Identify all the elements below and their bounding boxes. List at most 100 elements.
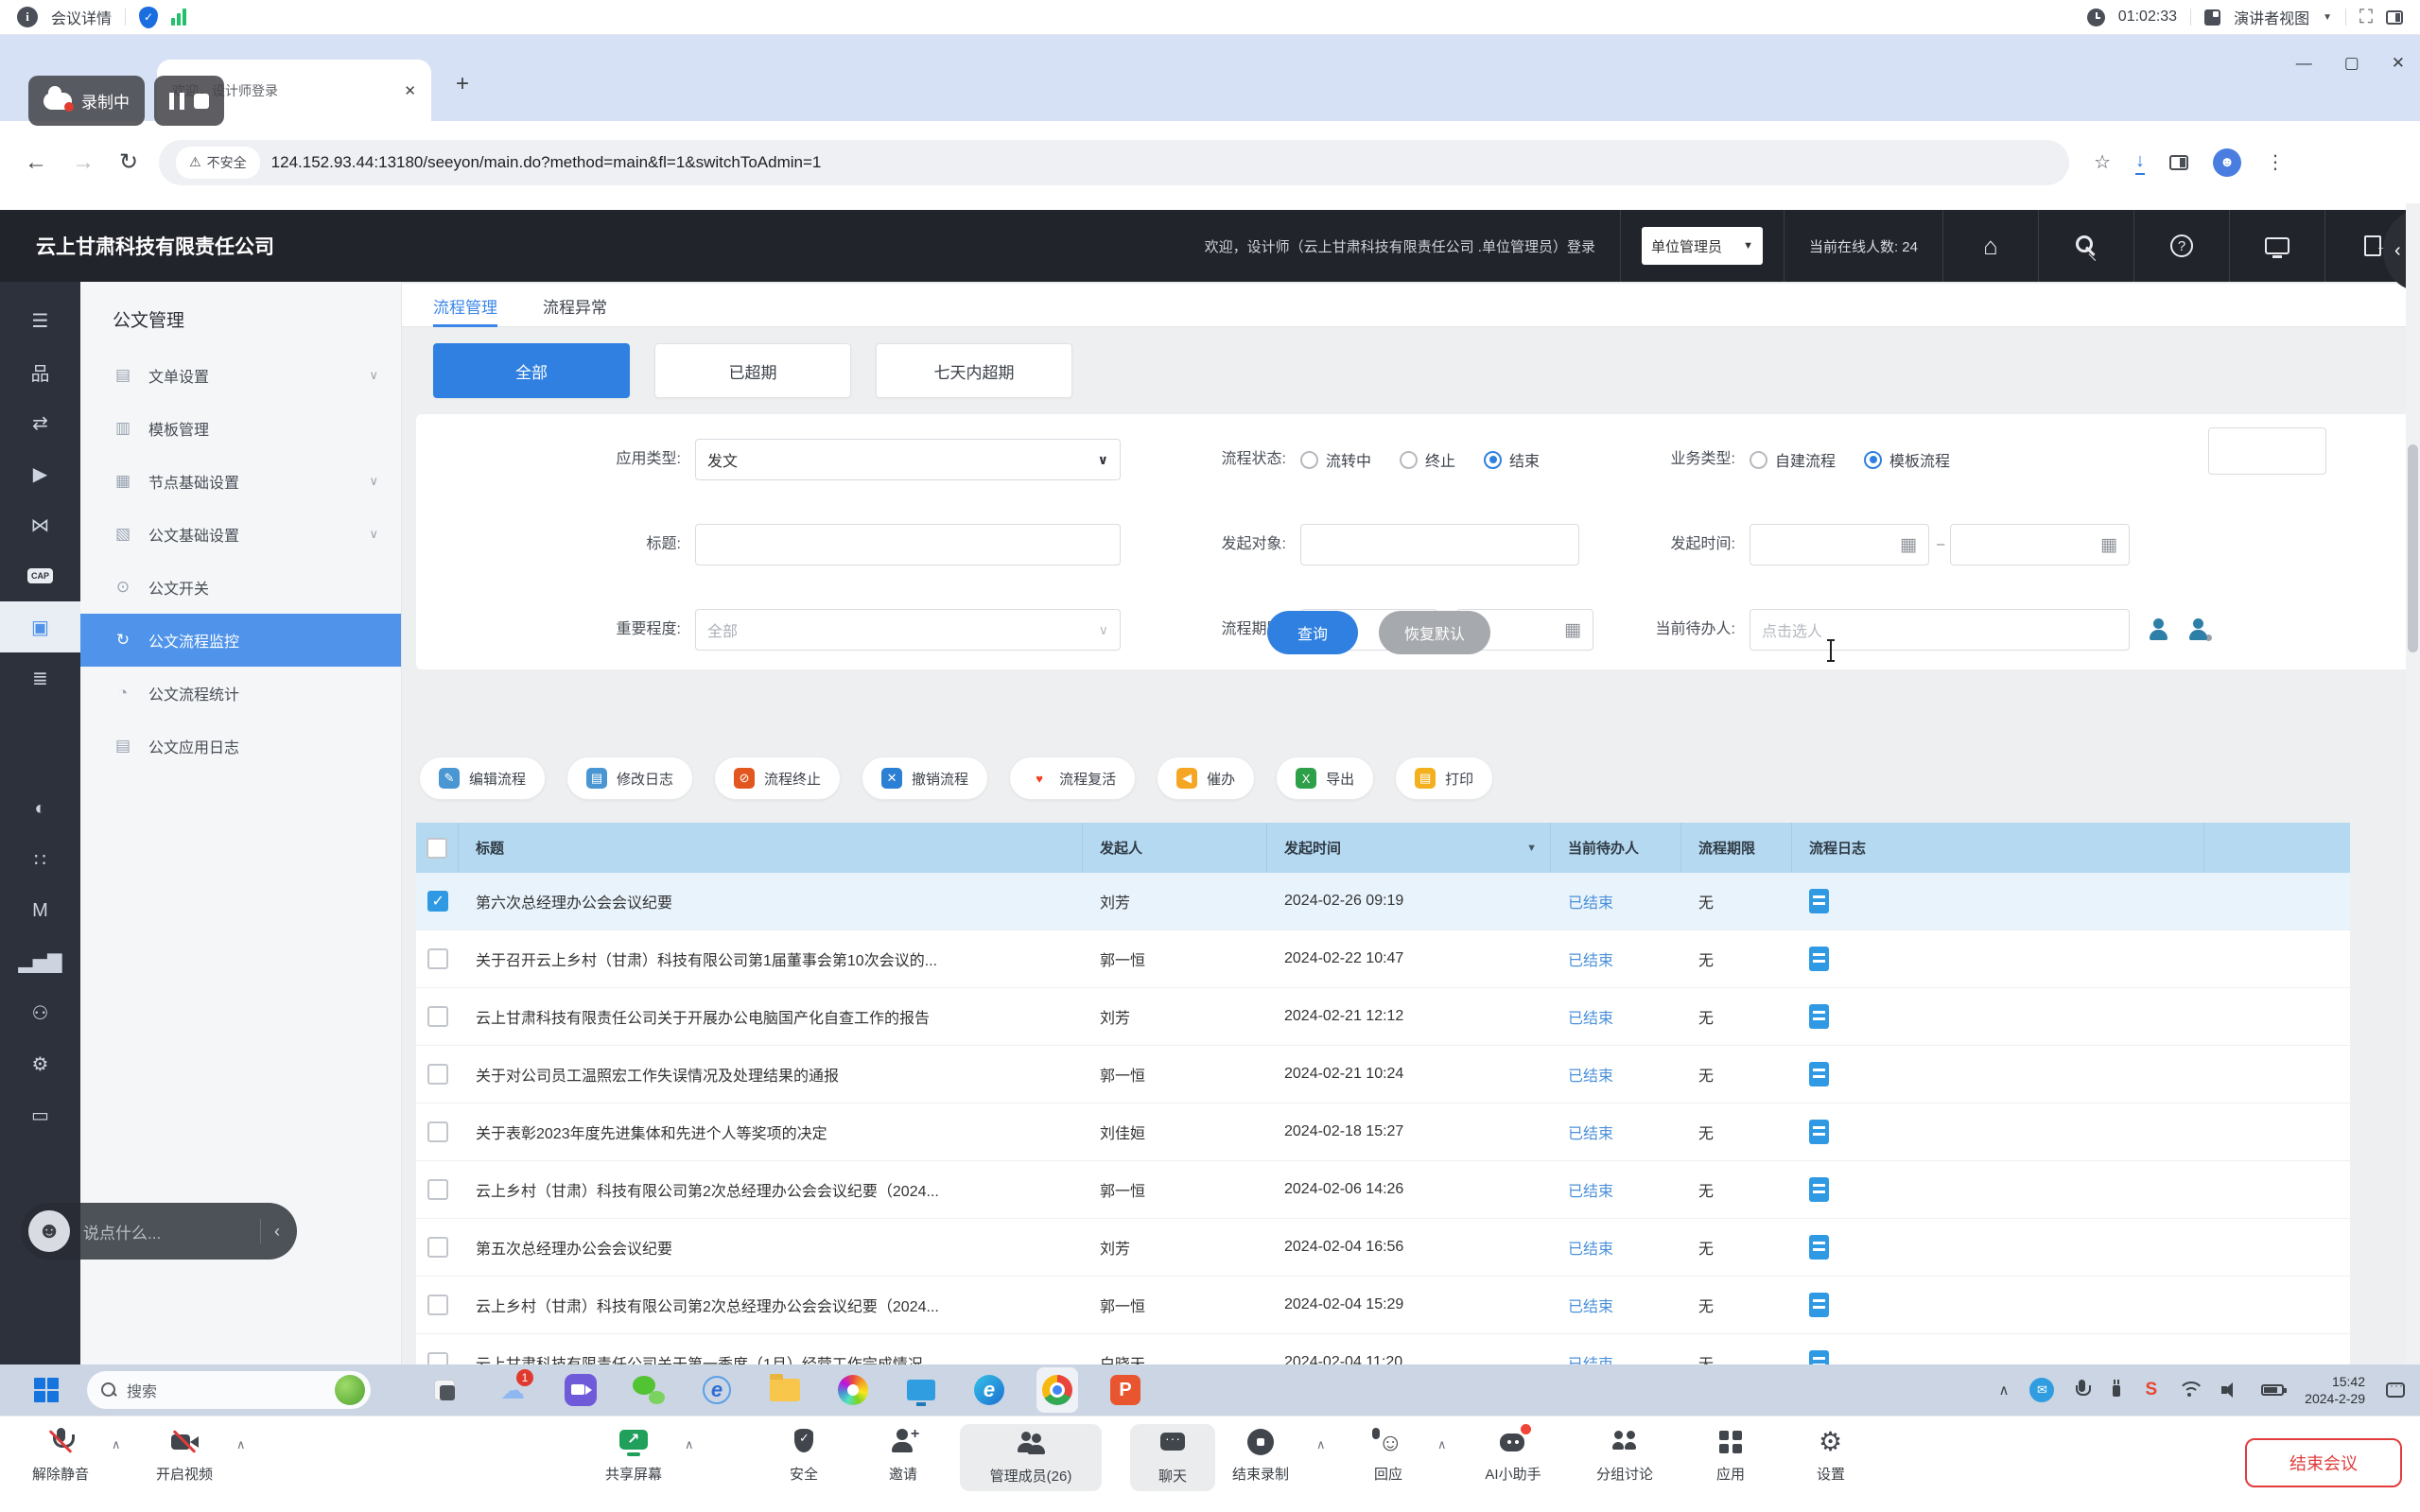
wifi-icon[interactable] [2178, 1382, 2201, 1399]
biz-extra-input[interactable] [2208, 427, 2326, 475]
stop-recording-icon[interactable] [194, 93, 209, 109]
importance-select[interactable]: 全部 ∨ [695, 609, 1121, 651]
window-minimize-button[interactable]: — [2296, 54, 2312, 73]
rail-item[interactable]: ▂▅▇ [0, 936, 80, 987]
rail-item[interactable]: ⇄ [0, 397, 80, 448]
radio-icon[interactable] [1484, 450, 1503, 469]
split-view-icon[interactable] [2169, 154, 2189, 170]
window-maximize-button[interactable]: ▢ [2344, 54, 2359, 73]
row-checkbox[interactable] [427, 891, 448, 912]
layout-view-icon[interactable] [2204, 9, 2221, 26]
network-signal-icon[interactable] [171, 9, 187, 26]
radio-icon[interactable] [1750, 450, 1767, 469]
flow-log-icon[interactable] [1809, 1004, 1829, 1029]
sidebar-menu-item[interactable]: ▤ 公文应用日志 [80, 720, 401, 773]
unmute-button[interactable]: 解除静音 [0, 1426, 131, 1484]
bookmark-star-icon[interactable]: ☆ [2094, 150, 2111, 174]
table-row[interactable]: 关于召开云上乡村（甘肃）科技有限公司第1届董事会第10次会议的... 郭一恒 2… [416, 930, 2350, 988]
flow-status-radio[interactable]: 流转中 [1300, 448, 1371, 471]
tray-expand-icon[interactable]: ∧ [1999, 1382, 2010, 1399]
flow-status-radio[interactable]: 结束 [1484, 448, 1540, 471]
meeting-chat-widget[interactable]: ☻ 说点什么... ‹ [21, 1203, 297, 1260]
sidebar-menu-item[interactable]: ↻ 公文流程监控 [80, 614, 401, 667]
notification-center-icon[interactable] [2386, 1379, 2405, 1398]
window-close-button[interactable]: ✕ [2392, 54, 2405, 73]
flow-log-icon[interactable] [1809, 1062, 1829, 1086]
cloud-app-icon[interactable]: ☁ 1 [492, 1367, 533, 1413]
chat-input-placeholder[interactable]: 说点什么... [83, 1220, 247, 1243]
calendar-icon[interactable]: ▦ [2100, 534, 2117, 556]
rail-item[interactable]: ◐ [0, 783, 80, 834]
table-row[interactable]: 关于表彰2023年度先进集体和先进个人等奖项的决定 刘佳姮 2024-02-18… [416, 1104, 2350, 1161]
emoji-icon[interactable]: ☻ [28, 1210, 70, 1252]
tray-mic-icon[interactable] [2075, 1380, 2092, 1400]
sidebar-menu-item[interactable]: ▥ 模板管理 [80, 402, 401, 455]
browser-profile-avatar[interactable]: ☻ [2213, 148, 2242, 177]
action-button[interactable]: X 导出 [1276, 756, 1375, 800]
row-checkbox[interactable] [427, 1179, 448, 1200]
chevron-down-icon[interactable]: ∨ [369, 368, 378, 383]
sidebar-menu-item[interactable]: ▦ 节点基础设置 ∨ [80, 455, 401, 508]
flow-log-icon[interactable] [1809, 1120, 1829, 1144]
ppt-app-icon[interactable]: P [1105, 1367, 1146, 1413]
taskbar-search[interactable]: 搜索 [87, 1371, 371, 1409]
flow-log-icon[interactable] [1809, 947, 1829, 971]
flow-log-icon[interactable] [1809, 889, 1829, 913]
rail-item[interactable]: ☰ [0, 295, 80, 346]
flow-status-radio[interactable]: 终止 [1400, 448, 1455, 471]
video-app-icon[interactable] [560, 1367, 601, 1413]
start-date-to-input[interactable]: ▦ [1950, 524, 2130, 565]
start-date-from-input[interactable]: ▦ [1750, 524, 1929, 565]
tab-close-icon[interactable]: ✕ [404, 82, 416, 99]
rail-item[interactable]: M [0, 885, 80, 936]
ie-icon[interactable]: e [696, 1367, 738, 1413]
stop-recording-button[interactable]: 结束录制 [1190, 1426, 1332, 1484]
key-icon[interactable] [2039, 210, 2133, 282]
wechat-icon[interactable] [628, 1367, 670, 1413]
radio-icon[interactable] [1864, 450, 1883, 469]
row-checkbox[interactable] [427, 948, 448, 969]
exit-fullscreen-icon[interactable]: ⛶ [2359, 7, 2373, 28]
biz-type-radio[interactable]: 自建流程 [1750, 448, 1836, 471]
table-row[interactable]: 云上乡村（甘肃）科技有限公司第2次总经理办公会会议纪要（2024... 郭一恒 … [416, 1161, 2350, 1219]
calendar-icon[interactable]: ▦ [1564, 619, 1581, 641]
browser-menu-icon[interactable]: ⋮ [2266, 150, 2285, 174]
tray-plug-icon[interactable] [2109, 1380, 2124, 1400]
calendar-icon[interactable]: ▦ [1900, 534, 1917, 556]
app-type-select[interactable]: 发文 ∨ [695, 439, 1121, 480]
table-row[interactable]: 关于对公司员工温照宏工作失误情况及处理结果的通报 郭一恒 2024-02-21 … [416, 1046, 2350, 1104]
start-video-button[interactable]: 开启视频 [113, 1426, 255, 1484]
view-mode-label[interactable]: 演讲者视图 [2234, 6, 2309, 28]
row-checkbox[interactable] [427, 1121, 448, 1142]
start-button-icon[interactable] [34, 1378, 59, 1402]
battery-icon[interactable] [2261, 1384, 2288, 1396]
rail-item[interactable]: CAP [0, 550, 80, 601]
rail-item[interactable]: ▶ [0, 448, 80, 499]
remove-person-icon[interactable] [2186, 617, 2214, 643]
task-view-icon[interactable] [424, 1367, 465, 1413]
chevron-down-icon[interactable]: ∨ [369, 474, 378, 489]
radio-icon[interactable] [1400, 450, 1419, 469]
content-tab[interactable]: 流程异常 [543, 284, 607, 327]
meeting-detail-label[interactable]: 会议详情 [51, 6, 112, 28]
share-options-icon[interactable]: ∧ [685, 1437, 694, 1452]
row-checkbox[interactable] [427, 1295, 448, 1315]
rail-item[interactable]: ⚇ [0, 987, 80, 1038]
manage-members-button[interactable]: 管理成员(26) [960, 1424, 1102, 1491]
action-button[interactable]: ✕ 撤销流程 [862, 756, 989, 800]
biz-type-radio[interactable]: 模板流程 [1864, 448, 1950, 471]
back-icon[interactable]: ← [25, 149, 47, 176]
radio-icon[interactable] [1300, 450, 1318, 469]
rail-item[interactable]: 品 [0, 346, 80, 397]
pause-recording-icon[interactable] [169, 92, 184, 110]
initiator-target-input[interactable] [1300, 524, 1579, 565]
settings-button[interactable]: 设置 [1760, 1426, 1902, 1484]
folder-icon[interactable] [764, 1367, 806, 1413]
quick-filter-button[interactable]: 已超期 [654, 343, 851, 398]
sidebar-menu-item[interactable]: ◔ 公文流程统计 [80, 667, 401, 720]
tray-ime-icon[interactable]: S [2145, 1380, 2157, 1400]
flow-log-icon[interactable] [1809, 1235, 1829, 1260]
flow-log-icon[interactable] [1809, 1293, 1829, 1317]
edge-icon[interactable]: e [968, 1367, 1010, 1413]
camera-options-icon[interactable]: ∧ [236, 1437, 246, 1452]
